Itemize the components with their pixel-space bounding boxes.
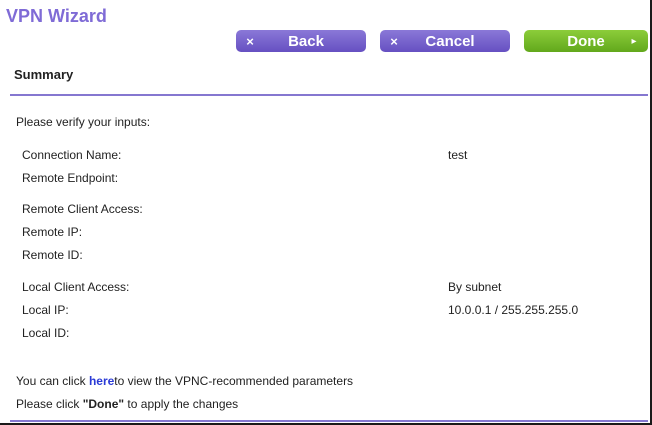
wizard-title: VPN Wizard <box>6 6 107 26</box>
arrow-right-icon: ▸ <box>631 35 637 47</box>
close-icon: × <box>390 33 398 49</box>
local-client-access-value: By subnet <box>448 280 502 294</box>
here-link[interactable]: here <box>89 374 114 388</box>
connection-name-label: Connection Name: <box>22 148 122 162</box>
vpnc-info-suffix: to view the VPNC-recommended parameters <box>114 374 354 388</box>
summary-heading: Summary <box>14 67 74 82</box>
cancel-button[interactable]: × Cancel <box>380 30 510 52</box>
cancel-button-label: Cancel <box>425 32 475 50</box>
close-icon: × <box>246 33 254 49</box>
remote-id-label: Remote ID: <box>22 248 83 262</box>
apply-prefix: Please click <box>16 397 83 411</box>
back-button[interactable]: × Back <box>236 30 366 52</box>
done-button[interactable]: Done ▸ <box>524 30 648 52</box>
bottom-divider <box>10 420 648 422</box>
back-button-label: Back <box>288 32 324 50</box>
local-id-label: Local ID: <box>22 326 70 340</box>
connection-name-value: test <box>448 148 468 162</box>
remote-endpoint-label: Remote Endpoint: <box>22 171 119 185</box>
apply-done-emphasis: "Done" <box>82 397 125 411</box>
vpnc-info-text: You can click hereto view the VPNC-recom… <box>16 374 353 388</box>
apply-instruction: Please click "Done" to apply the changes <box>16 397 238 411</box>
vpnc-info-prefix: You can click <box>16 374 89 388</box>
remote-client-access-label: Remote Client Access: <box>22 202 143 216</box>
apply-suffix: to apply the changes <box>124 397 239 411</box>
verify-prompt: Please verify your inputs: <box>16 115 151 129</box>
divider <box>10 94 648 96</box>
local-ip-value: 10.0.0.1 / 255.255.255.0 <box>448 303 579 317</box>
remote-ip-label: Remote IP: <box>22 225 83 239</box>
local-ip-label: Local IP: <box>22 303 69 317</box>
done-button-label: Done <box>567 32 605 50</box>
local-client-access-label: Local Client Access: <box>22 280 130 294</box>
